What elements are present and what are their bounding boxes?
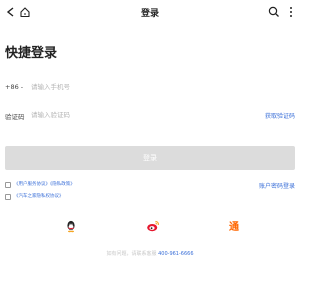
code-input[interactable] xyxy=(31,109,231,121)
customer-service-footer: 如有问题，请联系客服 400-961-6666 xyxy=(0,250,300,257)
agreement-link-2[interactable]: 《汽车之家隐私权协议》 xyxy=(14,193,64,199)
search-icon[interactable] xyxy=(268,6,280,18)
page-nav-title: 登录 xyxy=(140,9,159,19)
phone-input[interactable] xyxy=(31,81,231,93)
footer-text: 如有问题，请联系客服 xyxy=(106,251,157,257)
qq-icon[interactable] xyxy=(64,219,78,233)
account-password-login-link[interactable]: 账户密码登录 xyxy=(259,181,295,190)
phone-row: +86 - xyxy=(5,78,295,98)
page-title: 快捷登录 xyxy=(5,46,58,61)
agreement-checkbox-2[interactable] xyxy=(5,194,11,200)
top-nav-bar: 登录 xyxy=(0,0,300,26)
service-phone-link[interactable]: 400-961-6666 xyxy=(158,251,193,257)
more-icon[interactable] xyxy=(286,6,296,18)
country-code-selector[interactable]: +86 - xyxy=(5,83,23,91)
code-row: 验证码 获取验证码 xyxy=(5,106,295,126)
code-label: 验证码 xyxy=(5,113,25,121)
login-button[interactable]: 登录 xyxy=(5,146,295,170)
agreement-checkbox-1[interactable] xyxy=(5,182,11,188)
svg-text:通: 通 xyxy=(229,221,239,233)
weibo-icon[interactable] xyxy=(146,219,160,233)
tong-icon[interactable]: 通 xyxy=(227,219,241,233)
agreement-link-1[interactable]: 《用户服务协议》《隐私政策》 xyxy=(14,181,75,187)
get-code-link[interactable]: 获取验证码 xyxy=(265,111,295,120)
